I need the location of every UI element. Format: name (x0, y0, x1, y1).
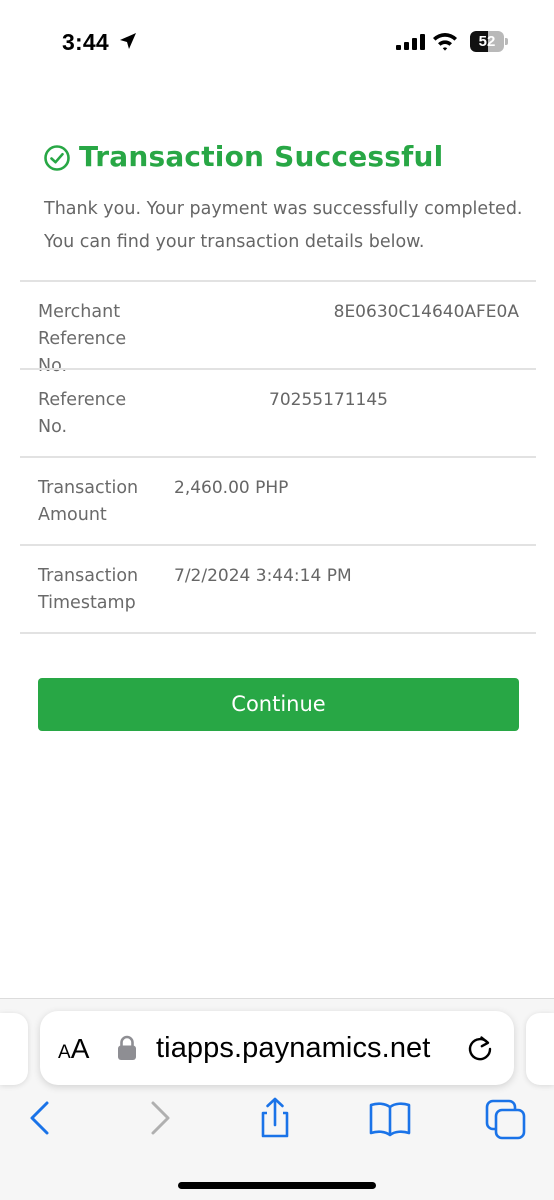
detail-row-merchant-reference: Merchant Reference No. 8E0630C14640AFE0A (20, 280, 536, 376)
detail-row-timestamp: Transaction Timestamp 7/2/2024 3:44:14 P… (20, 544, 536, 634)
address-bar[interactable]: AA tiapps.paynamics.net (40, 1011, 514, 1085)
forward-icon[interactable] (138, 1097, 182, 1141)
wifi-icon (433, 33, 457, 51)
transaction-details-table: Merchant Reference No. 8E0630C14640AFE0A… (20, 280, 536, 634)
next-tab-peek[interactable] (526, 1013, 554, 1085)
detail-label: Reference No. (38, 390, 127, 437)
status-bar: 3:44 52 (0, 0, 554, 84)
bookmarks-icon[interactable] (368, 1097, 412, 1141)
detail-row-amount: Transaction Amount 2,460.00 PHP (20, 456, 536, 544)
reload-icon[interactable] (465, 1033, 495, 1063)
success-message-line-1: Thank you. Your payment was successfully… (44, 199, 523, 219)
location-arrow-icon (120, 33, 136, 49)
previous-tab-peek[interactable] (0, 1013, 28, 1085)
detail-label: Transaction Amount (38, 478, 139, 525)
battery-indicator: 52 (470, 31, 508, 52)
browser-toolbar-area: AA tiapps.paynamics.net (0, 998, 554, 1200)
url-text[interactable]: tiapps.paynamics.net (156, 1032, 430, 1065)
home-indicator (178, 1182, 376, 1189)
detail-value: 2,460.00 PHP (174, 478, 289, 498)
detail-label: Transaction Timestamp (38, 566, 139, 613)
tabs-icon[interactable] (484, 1097, 528, 1141)
detail-row-reference: Reference No. 70255171145 (20, 368, 536, 456)
cellular-signal-icon (396, 34, 425, 50)
page-title: Transaction Successful (79, 140, 444, 173)
battery-level: 52 (478, 33, 496, 50)
success-message-line-2: You can find your transaction details be… (44, 232, 425, 252)
status-time: 3:44 (62, 29, 109, 55)
detail-value: 8E0630C14640AFE0A (333, 302, 519, 322)
check-circle-icon (44, 145, 70, 171)
continue-button[interactable]: Continue (38, 678, 519, 731)
detail-value: 70255171145 (269, 390, 388, 410)
reader-aa-button[interactable]: AA (58, 1033, 89, 1065)
lock-icon (118, 1035, 136, 1060)
share-icon[interactable] (253, 1097, 297, 1141)
back-icon[interactable] (18, 1097, 62, 1141)
browser-nav-toolbar (0, 1097, 554, 1147)
detail-value: 7/2/2024 3:44:14 PM (174, 566, 352, 586)
